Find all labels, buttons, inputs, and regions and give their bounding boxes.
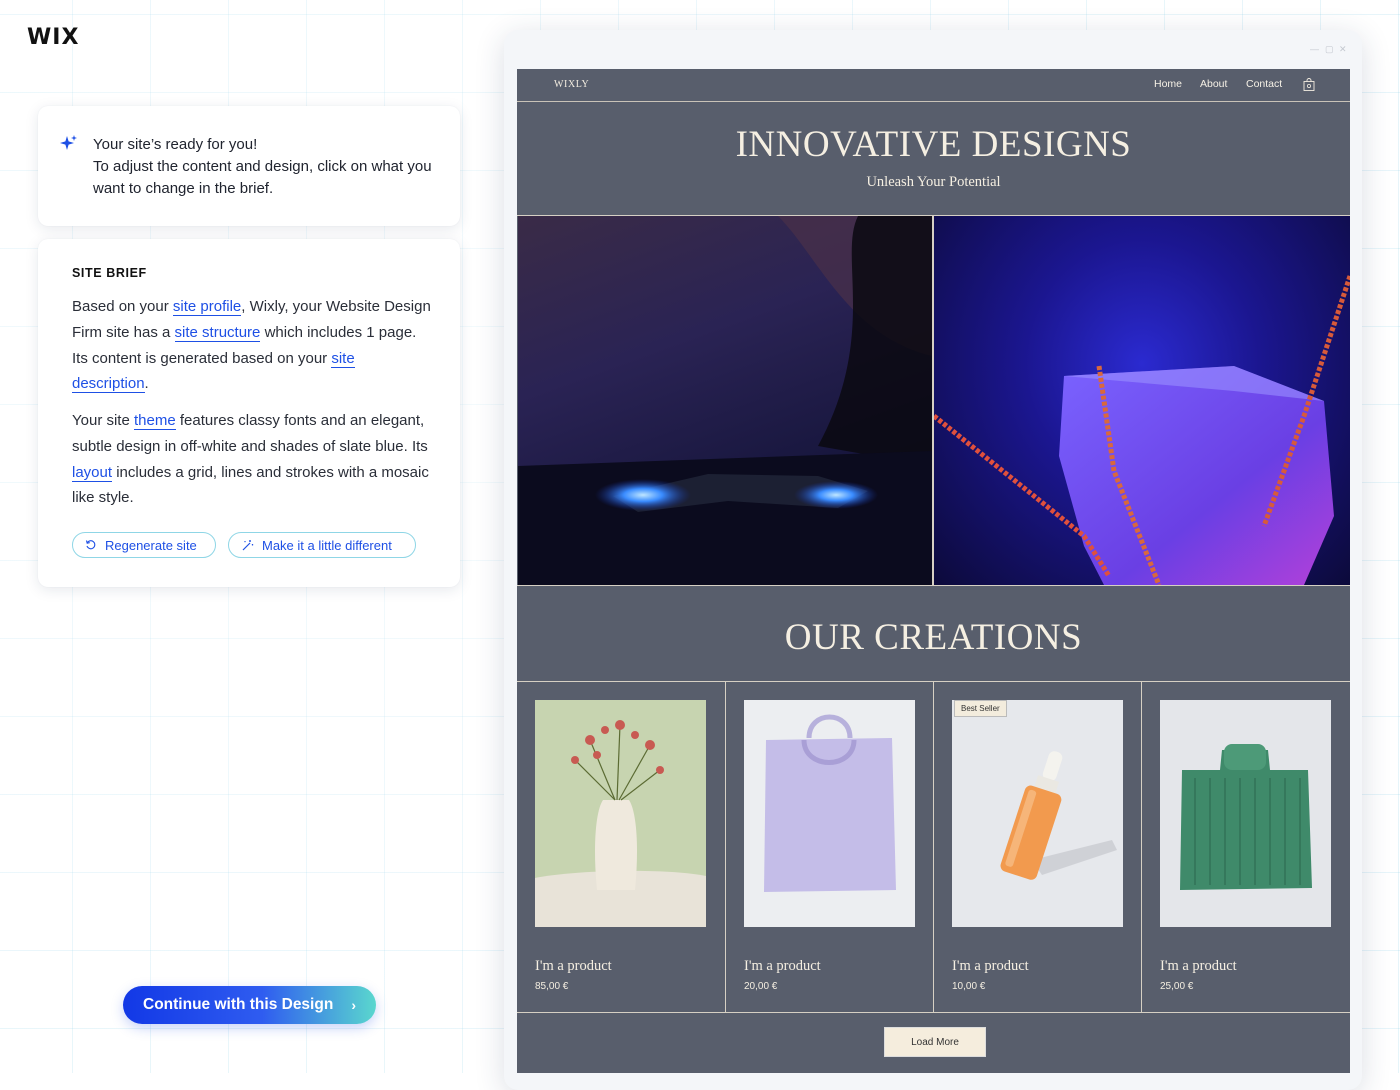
product-price: 85,00 € xyxy=(535,981,569,992)
site-brief-paragraph-1: Based on your site profile, Wixly, your … xyxy=(72,298,431,394)
site-brief-title: SITE BRIEF xyxy=(72,266,147,280)
best-seller-badge: Best Seller xyxy=(954,700,1007,717)
site-header: WIXLY Home About Contact xyxy=(517,69,1350,102)
magic-wand-icon xyxy=(242,539,254,550)
product-image-tote[interactable] xyxy=(744,700,915,927)
product-card[interactable]: I'm a product 25,00 € xyxy=(1141,682,1350,1012)
hero-title: INNOVATIVE DESIGNS xyxy=(735,124,1132,165)
creations-title: OUR CREATIONS xyxy=(784,617,1083,658)
cart-icon[interactable] xyxy=(1303,78,1315,91)
nav-contact[interactable]: Contact xyxy=(1246,78,1282,90)
make-different-button[interactable]: Make it a little different xyxy=(228,532,416,558)
refresh-icon xyxy=(85,540,96,550)
product-price: 25,00 € xyxy=(1160,981,1194,992)
product-card[interactable]: Best Seller I'm a product 10,00 € xyxy=(933,682,1142,1012)
close-icon[interactable]: ✕ xyxy=(1339,44,1347,55)
regenerate-site-button[interactable]: Regenerate site xyxy=(72,532,216,558)
maximize-icon[interactable]: ▢ xyxy=(1325,44,1334,55)
continue-with-design-button[interactable]: Continue with this Design › xyxy=(123,986,376,1024)
site-structure-link[interactable]: site structure xyxy=(174,323,261,342)
assistant-message: Your site’s ready for you! To adjust the… xyxy=(93,134,433,200)
load-more-button[interactable]: Load More xyxy=(884,1027,986,1057)
wix-logo: WIX xyxy=(27,25,80,50)
layout-link[interactable]: layout xyxy=(72,463,113,482)
make-different-label: Make it a little different xyxy=(262,537,392,553)
assistant-line-1: Your site’s ready for you! xyxy=(93,136,258,153)
product-name[interactable]: I'm a product xyxy=(744,958,821,975)
product-image-sweater[interactable] xyxy=(1160,700,1331,927)
product-name[interactable]: I'm a product xyxy=(952,958,1029,975)
hero-image-rock xyxy=(934,216,1350,585)
product-card[interactable]: I'm a product 20,00 € xyxy=(725,682,934,1012)
regenerate-site-label: Regenerate site xyxy=(105,537,197,553)
product-card[interactable]: I'm a product 85,00 € xyxy=(517,682,725,1012)
hero-subtitle: Unleash Your Potential xyxy=(866,174,1001,190)
minimize-icon[interactable]: — xyxy=(1310,44,1319,54)
chevron-right-icon: › xyxy=(351,997,356,1013)
product-name[interactable]: I'm a product xyxy=(1160,958,1237,975)
sparkle-icon xyxy=(60,135,77,150)
continue-label: Continue with this Design xyxy=(143,996,334,1013)
nav-home[interactable]: Home xyxy=(1154,78,1182,90)
hero-image-vehicle xyxy=(518,216,932,585)
product-image-serum[interactable] xyxy=(952,700,1123,927)
product-price: 10,00 € xyxy=(952,981,986,992)
product-name[interactable]: I'm a product xyxy=(535,958,612,975)
theme-link[interactable]: theme xyxy=(134,412,176,430)
nav-about[interactable]: About xyxy=(1200,78,1227,90)
assistant-line-2: To adjust the content and design, click … xyxy=(93,158,432,197)
site-preview: WIXLY Home About Contact INNOVATIVE DESI… xyxy=(517,69,1350,1073)
site-brand[interactable]: WIXLY xyxy=(554,79,589,90)
site-brief-paragraph-2: Your site theme features classy fonts an… xyxy=(72,412,429,507)
site-profile-link[interactable]: site profile xyxy=(172,298,242,316)
product-image-vase[interactable] xyxy=(535,700,706,927)
product-price: 20,00 € xyxy=(744,981,778,992)
